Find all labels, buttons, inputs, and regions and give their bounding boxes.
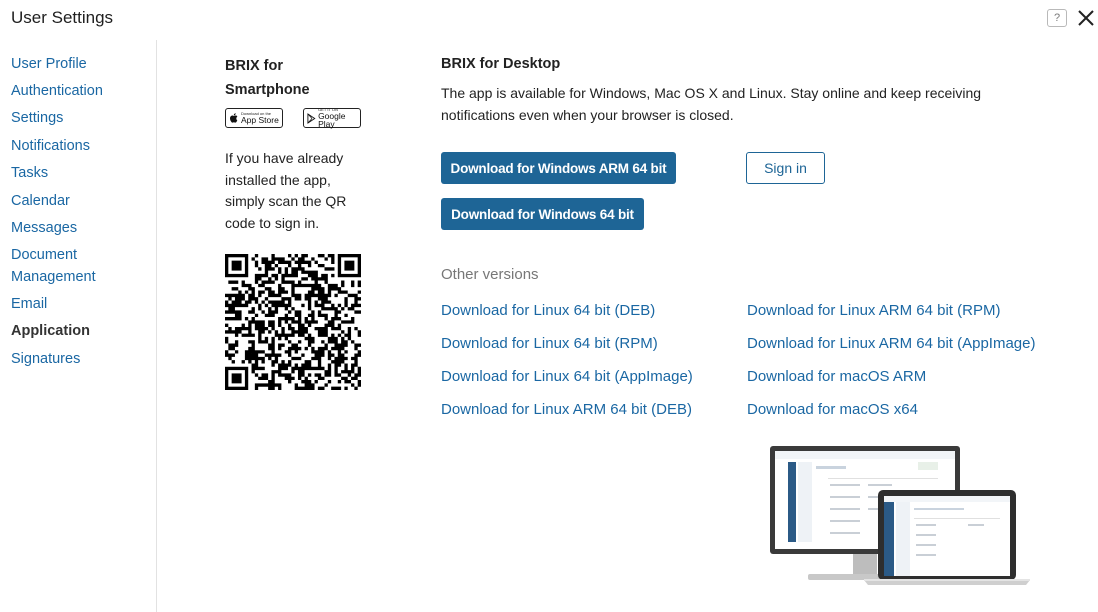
- link-linux-arm-rpm[interactable]: Download for Linux ARM 64 bit (RPM): [747, 302, 1000, 319]
- google-play-button[interactable]: GET IT ON Google Play: [303, 107, 361, 129]
- laptop-image: [864, 490, 1030, 585]
- desktop-description-line2: notifications even when your browser is …: [441, 106, 734, 123]
- google-play-big-text: Google Play: [318, 110, 346, 129]
- help-icon[interactable]: ?: [1047, 9, 1067, 27]
- desktop-title: BRIX for Desktop: [441, 56, 561, 72]
- other-versions-label: Other versions: [441, 266, 539, 283]
- qr-instructions-line1: If you have already: [225, 150, 344, 166]
- qr-instructions-line4: code to sign in.: [225, 214, 320, 231]
- qr-finder-pattern: [225, 254, 249, 278]
- smartphone-title-line2: Smartphone: [225, 82, 310, 98]
- sidebar-item-email[interactable]: Email: [11, 293, 47, 315]
- app-store-button[interactable]: Download on the App Store: [225, 108, 283, 128]
- link-macos-x64[interactable]: Download for macOS x64: [747, 401, 918, 418]
- qr-finder-pattern: [337, 254, 361, 278]
- page-title: User Settings: [11, 8, 114, 27]
- link-linux-appimage[interactable]: Download for Linux 64 bit (AppImage): [441, 368, 693, 385]
- qr-instructions-line3: simply scan the QR: [225, 193, 347, 209]
- devices-illustration: [770, 446, 1030, 585]
- sign-in-button[interactable]: Sign in: [746, 152, 825, 184]
- smartphone-section: BRIX for Smartphone Download on the App …: [225, 54, 375, 390]
- google-play-icon: [307, 112, 316, 124]
- qr-code: [225, 254, 361, 390]
- link-linux-rpm[interactable]: Download for Linux 64 bit (RPM): [441, 335, 658, 352]
- app-store-big-text: App Store: [241, 114, 279, 125]
- sidebar-item-tasks[interactable]: Tasks: [11, 162, 48, 184]
- close-icon[interactable]: [1076, 8, 1096, 28]
- smartphone-title-line1: BRIX for: [225, 58, 283, 74]
- desktop-section: BRIX for Desktop The app is available fo…: [441, 56, 1081, 418]
- apple-icon: [230, 113, 238, 123]
- qr-finder-pattern: [225, 366, 249, 390]
- sidebar-item-notifications[interactable]: Notifications: [11, 135, 90, 157]
- sidebar-item-document-management-line1[interactable]: Document: [11, 244, 77, 266]
- sidebar-item-signatures[interactable]: Signatures: [11, 348, 80, 370]
- sidebar-nav: User Profile Authentication Settings Not…: [0, 40, 157, 612]
- desktop-description-line1: The app is available for Windows, Mac OS…: [441, 85, 982, 101]
- desktop-description: The app is available for Windows, Mac OS…: [441, 83, 1001, 126]
- qr-instructions: If you have already installed the app, s…: [225, 148, 365, 234]
- download-windows-arm-button[interactable]: Download for Windows ARM 64 bit: [441, 152, 676, 184]
- link-macos-arm[interactable]: Download for macOS ARM: [747, 368, 926, 385]
- link-linux-arm-appimage[interactable]: Download for Linux ARM 64 bit (AppImage): [747, 335, 1035, 352]
- link-linux-arm-deb[interactable]: Download for Linux ARM 64 bit (DEB): [441, 401, 692, 418]
- qr-instructions-line2: installed the app,: [225, 171, 331, 188]
- sidebar-item-document-management-line2[interactable]: Management: [11, 266, 96, 288]
- sidebar-item-authentication[interactable]: Authentication: [11, 80, 103, 102]
- sidebar-item-calendar[interactable]: Calendar: [11, 190, 70, 212]
- download-windows-button[interactable]: Download for Windows 64 bit: [441, 198, 644, 230]
- sidebar-item-messages[interactable]: Messages: [11, 217, 77, 239]
- link-linux-deb[interactable]: Download for Linux 64 bit (DEB): [441, 302, 655, 319]
- store-badges: Download on the App Store GET IT ON Goog…: [225, 107, 365, 129]
- sidebar-item-user-profile[interactable]: User Profile: [11, 53, 87, 75]
- sidebar-item-settings[interactable]: Settings: [11, 107, 63, 129]
- sidebar-item-application[interactable]: Application: [11, 320, 90, 342]
